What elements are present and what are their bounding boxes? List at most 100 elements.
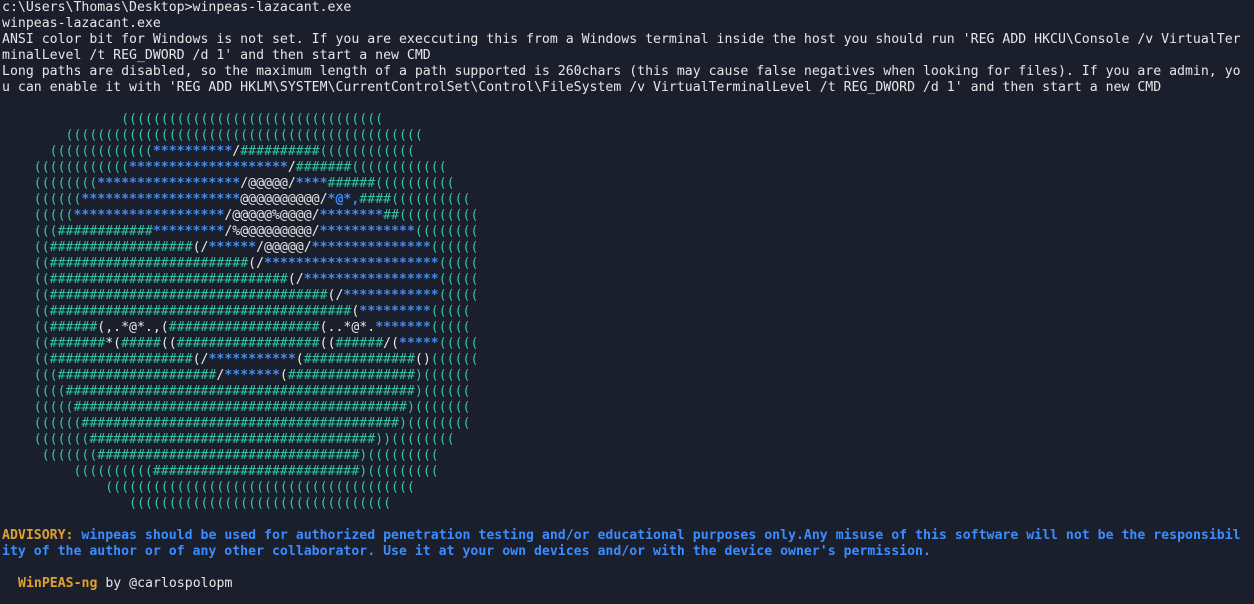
long-paths-warning-line-1: Long paths are disabled, so the maximum … [2, 64, 1241, 79]
ascii-logo-segment: ***** [399, 336, 439, 351]
ascii-logo-segment: ####### [49, 336, 106, 351]
ascii-logo-segment: ###################################### [49, 304, 352, 319]
ascii-logo-line: (((####################/*******(########… [2, 368, 1254, 384]
ascii-logo-segment: #################### [57, 368, 217, 383]
ascii-logo-line: ((((((((((##########################)(((… [2, 464, 1254, 480]
ascii-logo-segment: ( [295, 352, 304, 367]
ascii-logo-segment: )((((((((( [359, 448, 439, 463]
advisory-line-1: ADVISORY: winpeas should be used for aut… [2, 528, 1254, 544]
ascii-logo-line: ((((((((((((((((((((((((((((((((((((((( [2, 480, 1254, 496]
ascii-logo-segment: (( [2, 304, 50, 319]
ascii-logo-segment: ************ [343, 288, 439, 303]
ascii-logo-segment: ((((((((((((( [2, 144, 153, 159]
ascii-logo-segment: ################## [49, 240, 193, 255]
ascii-logo-segment: ********************** [264, 256, 439, 271]
ascii-logo-line: ((##################(/******/@@@@@/*****… [2, 240, 1254, 256]
ascii-logo-segment: ##########(((((((((((( [240, 144, 415, 159]
ascii-logo-line: ((((((##################################… [2, 416, 1254, 432]
command-echo-line: winpeas-lazacant.exe [2, 16, 161, 31]
ascii-logo-line: (((((((((((((**********/##########((((((… [2, 144, 1254, 160]
ascii-logo-line: ((##################(/***********(######… [2, 352, 1254, 368]
ascii-logo-segment: ################## [176, 336, 320, 351]
ascii-logo-segment: ((((((((((((((((((((((((((((((((((((((( [2, 480, 415, 495]
ascii-logo-line: ((#########################(/***********… [2, 256, 1254, 272]
ascii-logo-segment: ################################# [97, 448, 360, 463]
ascii-logo-segment: )(((((( [414, 368, 471, 383]
ascii-logo-segment: )((((((( [406, 400, 471, 415]
credit-by: by [97, 576, 130, 591]
ascii-logo-segment: (( [2, 272, 50, 287]
ascii-logo-segment: ((((((( [2, 432, 90, 447]
ascii-logo-segment: (( [2, 336, 50, 351]
ascii-logo-segment: ****************** [97, 176, 241, 191]
ascii-logo-segment: ######################### [49, 256, 249, 271]
ascii-logo-segment: *@*, [327, 192, 360, 207]
ascii-logo-segment: ********** [152, 144, 233, 159]
ascii-logo-segment: ************ [319, 224, 415, 239]
ansi-warning-line-1: ANSI color bit for Windows is not set. I… [2, 32, 1241, 47]
ascii-logo-segment: ((((((((((((((((((((((((((((((((((((((((… [2, 128, 423, 143]
ascii-logo-segment: (((( [2, 384, 66, 399]
ascii-logo-segment: ********* [152, 224, 225, 239]
ascii-logo-segment: (((((( [2, 416, 82, 431]
ascii-logo-segment: ((( [2, 224, 58, 239]
ascii-logo-segment: (( [319, 336, 336, 351]
ascii-logo-segment: ###### [335, 336, 384, 351]
author-handle: @carlospolopm [129, 576, 233, 591]
ascii-logo-segment: (( [2, 352, 50, 367]
ascii-logo-segment: *************** [311, 240, 431, 255]
ascii-logo-segment: ##(((((((((( [383, 208, 479, 223]
ascii-logo-line: ((((####################################… [2, 384, 1254, 400]
winpeas-ascii-logo: ((((((((((((((((((((((((((((((((( ((((((… [2, 112, 1254, 512]
ascii-logo-segment: (( [160, 336, 177, 351]
ascii-logo-line: ((((((((((((********************/#######… [2, 160, 1254, 176]
ascii-logo-segment: (( [2, 320, 50, 335]
ascii-logo-segment: ********* [359, 304, 431, 319]
ascii-logo-segment: ((((( [438, 336, 479, 351]
ascii-logo-segment: (((((((( [2, 176, 98, 191]
ascii-logo-segment: ******** [319, 208, 384, 223]
ascii-logo-segment: ((( [2, 368, 58, 383]
ascii-logo-segment: ******************** [81, 192, 241, 207]
ascii-logo-segment: ######################################## [81, 416, 399, 431]
ascii-logo-line: ((######(,.*@*.,(###################(..*… [2, 320, 1254, 336]
ascii-logo-segment: (,.*@*.,( [97, 320, 169, 335]
ascii-logo-segment: )(((((((( [399, 416, 471, 431]
advisory-text-1: winpeas should be used for authorized pe… [73, 528, 1241, 543]
ascii-logo-segment: / [287, 160, 296, 175]
ascii-logo-segment: ########################## [152, 464, 360, 479]
ascii-logo-segment: ############################## [49, 272, 288, 287]
ascii-logo-segment: (/ [287, 272, 304, 287]
ascii-logo-segment: ***************** [303, 272, 439, 287]
ascii-logo-segment: ############## [303, 352, 415, 367]
tool-name: WinPEAS-ng [18, 576, 98, 591]
ascii-logo-segment: () [414, 352, 431, 367]
ascii-logo-segment: ###### [49, 320, 98, 335]
ascii-logo-segment: ((((( [2, 400, 74, 415]
ansi-warning-line-2: minalLevel /t REG_DWORD /d 1' and then s… [2, 48, 431, 63]
ascii-logo-line: ((((((((******************/@@@@@/****###… [2, 176, 1254, 192]
ascii-logo-segment: @@@@@@@@@@/ [240, 192, 328, 207]
ascii-logo-segment: **** [295, 176, 328, 191]
ascii-logo-segment: ******************* [73, 208, 225, 223]
ascii-logo-segment: ******* [375, 320, 431, 335]
ascii-logo-segment: /( [383, 336, 400, 351]
ascii-logo-segment: (((((((((( [2, 464, 153, 479]
ascii-logo-line: ((###################################(/*… [2, 288, 1254, 304]
ascii-logo-segment: ##### [121, 336, 161, 351]
terminal-window[interactable]: c:\Users\Thomas\Desktop>winpeas-lazacant… [0, 0, 1254, 604]
ascii-logo-segment: ########################################… [65, 384, 415, 399]
ascii-logo-segment: (( [2, 288, 50, 303]
command-prompt-line: c:\Users\Thomas\Desktop>winpeas-lazacant… [2, 0, 352, 15]
ascii-logo-segment: (((((( [2, 192, 82, 207]
ascii-logo-line: ((######################################… [2, 304, 1254, 320]
advisory-label: ADVISORY: [2, 528, 74, 543]
advisory-line-2: ity of the author or of any other collab… [2, 544, 931, 559]
ascii-logo-segment: ((((( [430, 320, 471, 335]
ascii-logo-line: (((((*******************/@@@@@%@@@@/****… [2, 208, 1254, 224]
ascii-logo-segment: ( [279, 368, 288, 383]
ascii-logo-segment: #################################### [89, 432, 376, 447]
ascii-logo-segment: (/ [248, 256, 265, 271]
